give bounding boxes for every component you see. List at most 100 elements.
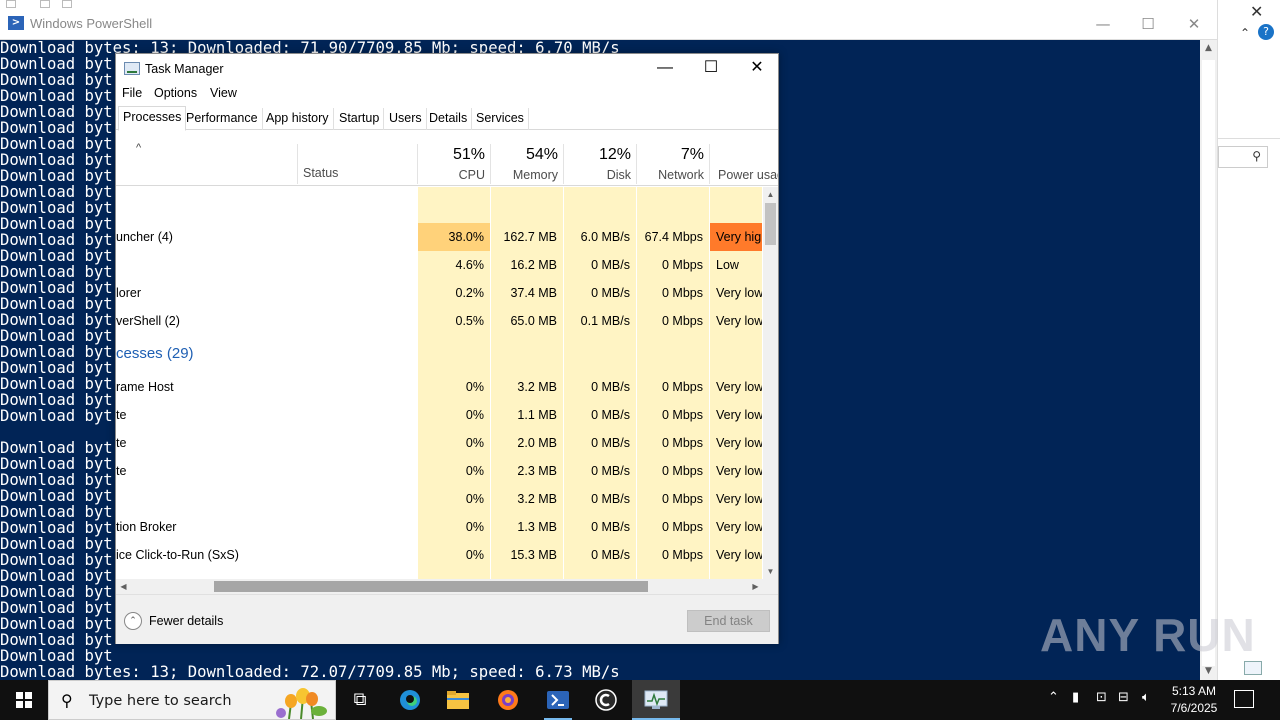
power-spacer <box>718 144 772 166</box>
edge-browser-icon[interactable] <box>386 680 434 720</box>
sort-caret-icon[interactable]: ^ <box>136 142 141 154</box>
column-power-usage[interactable]: Power usag <box>710 142 778 186</box>
scroll-up-arrow-icon[interactable]: ▲ <box>763 187 778 202</box>
column-memory[interactable]: 54% Memory <box>491 142 564 186</box>
cell-memory: 3.2 MB <box>491 373 564 401</box>
app-icon[interactable] <box>582 680 630 720</box>
process-group-header[interactable]: cesses (29) <box>116 335 763 373</box>
tab-details[interactable]: Details <box>425 108 473 130</box>
cell-network: 0 Mbps <box>637 513 710 541</box>
cell-disk: 0 MB/s <box>564 279 637 307</box>
process-list-hscrollbar[interactable]: ◀ ▶ <box>116 579 778 594</box>
process-row[interactable] <box>116 569 763 579</box>
task-manager-taskbar-icon[interactable] <box>632 680 680 720</box>
process-row[interactable]: verShell (2) 0.5% 65.0 MB 0.1 MB/s 0 Mbps Ver… <box>116 307 763 335</box>
process-row[interactable]: te 0% 2.0 MB 0 MB/s 0 Mbps Very low <box>116 429 763 457</box>
maximize-button[interactable]: ☐ <box>688 54 734 84</box>
task-view-icon[interactable]: ⧉ <box>336 680 384 720</box>
process-row[interactable]: 0% 3.2 MB 0 MB/s 0 Mbps Very low <box>116 485 763 513</box>
task-manager-icon <box>124 62 140 75</box>
cell-network: 0 Mbps <box>637 401 710 429</box>
menu-view[interactable]: View <box>210 86 237 100</box>
device-icon[interactable]: ⊡ <box>1096 690 1107 705</box>
cell-power: Low <box>710 251 763 279</box>
cell-memory: 16.2 MB <box>491 251 564 279</box>
help-icon[interactable]: ? <box>1258 24 1274 40</box>
cell-power: Very high <box>710 223 763 251</box>
memory-label: Memory <box>512 168 558 182</box>
search-highlight-flowers-icon <box>267 685 331 719</box>
column-disk[interactable]: 12% Disk <box>564 142 637 186</box>
column-status[interactable]: Status <box>303 166 338 180</box>
end-task-button[interactable]: End task <box>687 610 770 632</box>
console-scrollbar[interactable]: ▲ ▼ <box>1200 40 1217 680</box>
process-row[interactable]: ice Click-to-Run (SxS) 0% 15.3 MB 0 MB/s 0 M… <box>116 541 763 569</box>
process-name: uncher (4) <box>116 230 173 244</box>
chevron-up-icon[interactable]: ⌃ <box>1240 26 1250 40</box>
task-manager-titlebar[interactable]: Task Manager — ☐ ✕ <box>116 54 778 84</box>
column-cpu[interactable]: 51% CPU <box>418 142 491 186</box>
close-button[interactable]: ✕ <box>1171 12 1217 36</box>
menu-options[interactable]: Options <box>154 86 197 100</box>
taskbar-search-box[interactable]: ⚲ Type here to search <box>48 680 336 720</box>
search-input[interactable]: ⚲ <box>1218 146 1268 168</box>
process-row[interactable]: lorer 0.2% 37.4 MB 0 MB/s 0 Mbps Very low <box>116 279 763 307</box>
process-row[interactable]: rame Host 0% 3.2 MB 0 MB/s 0 Mbps Very low <box>116 373 763 401</box>
clock-time: 5:13 AM <box>1171 684 1217 698</box>
fewer-details-button[interactable]: Fewer details <box>149 614 223 628</box>
scroll-down-arrow-icon[interactable]: ▼ <box>1200 663 1217 680</box>
cell-disk <box>564 335 637 373</box>
chevron-up-circle-icon[interactable]: ⌃ <box>124 612 142 630</box>
process-row[interactable]: tion Broker 0% 1.3 MB 0 MB/s 0 Mbps Very low <box>116 513 763 541</box>
details-view-icon[interactable] <box>1244 661 1262 675</box>
tab-performance[interactable]: Performance <box>182 108 263 130</box>
power-label: Power usag <box>718 168 778 182</box>
process-row[interactable]: te 0% 2.3 MB 0 MB/s 0 Mbps Very low <box>116 457 763 485</box>
taskbar: ⚲ Type here to search ⧉ ⌃ ▮ ⊡ ⊟ 🔈︎ 5:13 … <box>0 680 1280 720</box>
clock[interactable]: 5:13 AM 7/6/2025 <box>1162 683 1226 717</box>
cell-disk: 0 MB/s <box>564 401 637 429</box>
chevron-up-icon[interactable]: ⌃ <box>1048 690 1059 705</box>
process-row[interactable]: 4.6% 16.2 MB 0 MB/s 0 Mbps Low <box>116 251 763 279</box>
cell-cpu: 0% <box>418 429 491 457</box>
process-list[interactable]: uncher (4) 38.0% 162.7 MB 6.0 MB/s 67.4 Mbps… <box>116 187 763 579</box>
minimize-button[interactable]: — <box>1080 12 1126 36</box>
column-network[interactable]: 7% Network <box>637 142 710 186</box>
scrollbar-thumb[interactable] <box>765 203 776 245</box>
process-list-vscrollbar[interactable]: ▲ ▼ <box>763 187 778 579</box>
scroll-right-arrow-icon[interactable]: ▶ <box>748 579 763 594</box>
cell-network <box>637 569 710 579</box>
scroll-down-arrow-icon[interactable]: ▼ <box>763 564 778 579</box>
scrollbar-thumb[interactable] <box>1202 60 1215 666</box>
scroll-up-arrow-icon[interactable]: ▲ <box>1200 40 1217 57</box>
tab-processes[interactable]: Processes <box>118 106 187 131</box>
powershell-taskbar-icon[interactable] <box>534 680 582 720</box>
volume-icon[interactable]: 🔈︎ <box>1142 690 1150 705</box>
minimize-button[interactable]: — <box>642 54 688 84</box>
tab-services[interactable]: Services <box>472 108 529 130</box>
tab-startup[interactable]: Startup <box>335 108 385 130</box>
powershell-titlebar[interactable]: > Windows PowerShell — ☐ ✕ <box>0 8 1217 40</box>
cell-disk <box>564 569 637 579</box>
file-explorer-icon[interactable] <box>434 680 482 720</box>
start-button[interactable] <box>0 680 48 720</box>
firefox-icon[interactable] <box>484 680 532 720</box>
process-row[interactable]: uncher (4) 38.0% 162.7 MB 6.0 MB/s 67.4 Mbps… <box>116 223 763 251</box>
battery-icon[interactable]: ▮ <box>1072 690 1079 705</box>
cell-disk <box>564 187 637 223</box>
menu-file[interactable]: File <box>122 86 142 100</box>
maximize-button[interactable]: ☐ <box>1125 12 1171 36</box>
cell-disk: 0.1 MB/s <box>564 307 637 335</box>
scrollbar-thumb[interactable] <box>214 581 648 592</box>
scroll-left-arrow-icon[interactable]: ◀ <box>116 579 131 594</box>
network-icon[interactable]: ⊟ <box>1118 690 1129 705</box>
close-button[interactable]: ✕ <box>734 54 780 84</box>
notification-center-icon[interactable] <box>1234 690 1254 708</box>
tab-users[interactable]: Users <box>385 108 427 130</box>
folder-icon <box>6 0 16 8</box>
close-icon[interactable]: ✕ <box>1250 2 1263 21</box>
tab-app-history[interactable]: App history <box>262 108 334 130</box>
process-row[interactable]: te 0% 1.1 MB 0 MB/s 0 Mbps Very low <box>116 401 763 429</box>
network-label: Network <box>658 168 704 182</box>
process-row[interactable] <box>116 187 763 223</box>
